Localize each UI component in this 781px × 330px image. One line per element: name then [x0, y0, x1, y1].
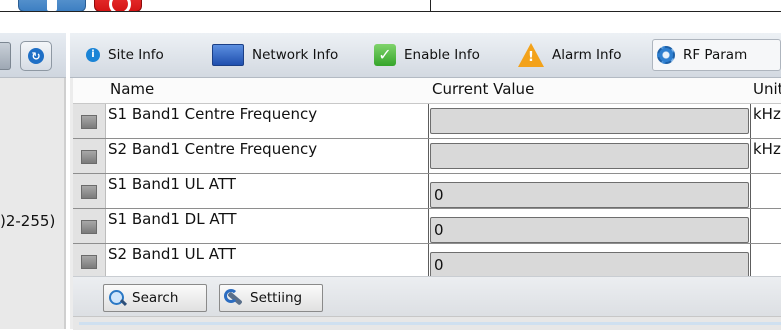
row-unit: kHz [753, 105, 781, 123]
row-name: S2 Band1 UL ATT [108, 245, 236, 263]
top-divider [430, 0, 431, 11]
unit-cell: kHz [750, 104, 781, 138]
tab-site-info-label: Site Info [108, 47, 164, 63]
search-icon [108, 289, 126, 307]
panel-divider [64, 78, 66, 329]
left-panel: ↻ )2-255) [0, 33, 66, 329]
current-value-field[interactable]: 0 [430, 182, 749, 208]
tab-network-info-label: Network Info [252, 47, 339, 63]
tab-network-info[interactable]: Network Info [212, 39, 338, 71]
row-checkbox[interactable] [81, 185, 97, 199]
unit-cell: kHz [750, 139, 781, 173]
current-value-field[interactable] [430, 108, 749, 134]
row-selector[interactable] [73, 104, 106, 138]
tab-alarm-info[interactable]: Alarm Info [518, 39, 622, 71]
info-toolbar-icon[interactable] [18, 0, 86, 11]
row-name: S2 Band1 Centre Frequency [108, 140, 318, 158]
column-header-name[interactable]: Name [110, 80, 154, 98]
left-tabbar: ↻ [0, 33, 66, 78]
warning-icon [518, 43, 544, 67]
current-value-field[interactable] [430, 143, 749, 169]
table-row[interactable]: S1 Band1 DL ATT 0 [73, 209, 781, 244]
current-value-field[interactable]: 0 [430, 217, 749, 243]
row-checkbox[interactable] [81, 255, 97, 269]
checkmark-icon: ✓ [374, 44, 396, 66]
unit-cell [750, 244, 781, 276]
bottom-accent-bar [79, 322, 781, 325]
wrench-icon [224, 288, 244, 308]
current-value-field[interactable]: 0 [430, 252, 749, 276]
left-scroll-button[interactable] [0, 42, 11, 70]
name-cell: S2 Band1 Centre Frequency [106, 139, 429, 173]
row-selector[interactable] [73, 209, 106, 243]
row-selector[interactable] [73, 244, 106, 276]
row-name: S1 Band1 DL ATT [108, 210, 237, 228]
parameter-grid: Name Current Value Unit S1 Band1 Centre … [73, 78, 781, 276]
grid-header: Name Current Value Unit [73, 78, 781, 104]
search-button[interactable]: Search [103, 284, 207, 312]
row-selector[interactable] [73, 139, 106, 173]
gear-icon [657, 46, 675, 64]
setting-button[interactable]: Settiing [219, 284, 323, 312]
name-cell: S1 Band1 Centre Frequency [106, 104, 429, 138]
refresh-icon: ↻ [28, 48, 44, 64]
table-row[interactable]: S1 Band1 UL ATT 0 [73, 174, 781, 209]
row-name: S1 Band1 Centre Frequency [108, 105, 318, 123]
left-content: )2-255) [0, 78, 66, 329]
tab-enable-info[interactable]: ✓ Enable Info [374, 39, 480, 71]
name-cell: S1 Band1 UL ATT [106, 174, 429, 208]
table-row[interactable]: S2 Band1 UL ATT 0 [73, 244, 781, 276]
row-unit: kHz [753, 140, 781, 158]
tab-rf-param-label: RF Param [683, 47, 748, 63]
tab-enable-info-label: Enable Info [404, 47, 480, 63]
row-checkbox[interactable] [81, 115, 97, 129]
monitor-icon [212, 44, 244, 66]
column-header-current-value[interactable]: Current Value [432, 80, 534, 98]
row-name: S1 Band1 UL ATT [108, 175, 236, 193]
tab-bar: i Site Info Network Info ✓ Enable Info A… [70, 33, 781, 78]
bottom-toolbar: Search Settiing [73, 276, 781, 317]
info-icon: i [86, 48, 100, 62]
name-cell: S1 Band1 DL ATT [106, 209, 429, 243]
table-row[interactable]: S2 Band1 Centre Frequency kHz [73, 139, 781, 174]
table-row[interactable]: S1 Band1 Centre Frequency kHz [73, 104, 781, 139]
unit-cell [750, 174, 781, 208]
name-cell: S2 Band1 UL ATT [106, 244, 429, 276]
tab-alarm-info-label: Alarm Info [552, 47, 622, 63]
row-checkbox[interactable] [81, 150, 97, 164]
bottom-strip [73, 316, 781, 330]
setting-button-label: Settiing [250, 290, 303, 306]
row-checkbox[interactable] [81, 220, 97, 234]
power-toolbar-icon[interactable] [94, 0, 142, 11]
top-toolbar-strip [0, 0, 781, 12]
left-partial-label: )2-255) [0, 212, 56, 230]
main-panel: i Site Info Network Info ✓ Enable Info A… [70, 33, 781, 330]
tab-site-info[interactable]: i Site Info [86, 39, 164, 71]
refresh-button[interactable]: ↻ [20, 41, 52, 71]
tab-rf-param[interactable]: RF Param [652, 39, 781, 71]
column-header-unit[interactable]: Unit [753, 80, 781, 98]
unit-cell [750, 209, 781, 243]
search-button-label: Search [132, 290, 179, 306]
row-selector[interactable] [73, 174, 106, 208]
